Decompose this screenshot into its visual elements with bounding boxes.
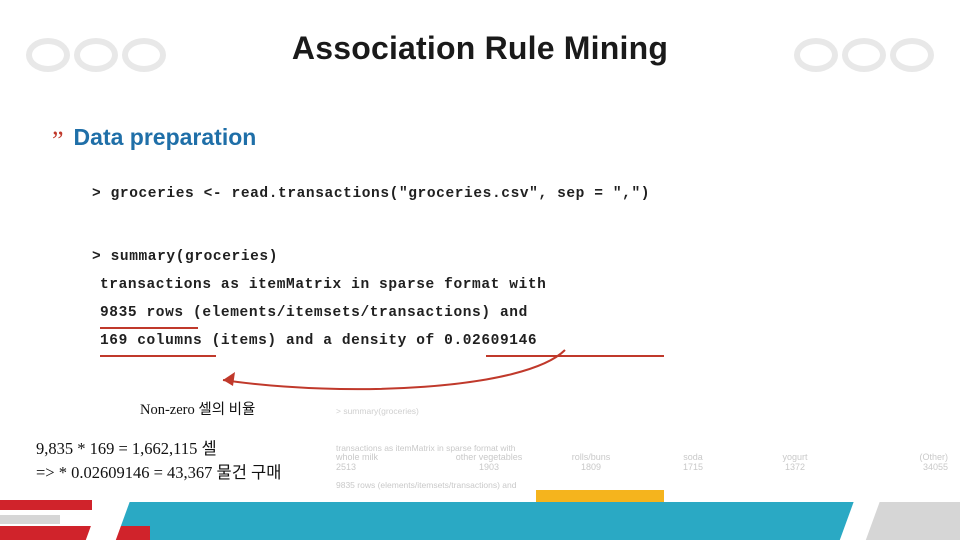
table-cell: 1903 — [478, 462, 500, 472]
table-cell: 1372 — [784, 462, 806, 472]
ghost-frequent-items-table: whole milk other vegetables rolls/buns s… — [336, 452, 948, 472]
table-row: whole milk other vegetables rolls/buns s… — [336, 452, 948, 462]
code-line: > groceries <- read.transactions("grocer… — [92, 186, 651, 202]
footer-bar-red — [0, 500, 92, 510]
code-line: > summary(groceries) — [92, 249, 279, 265]
footer-decoration — [0, 484, 960, 540]
bullet-marker-icon: ” — [52, 126, 64, 155]
table-header-cell: (Other) — [919, 452, 948, 462]
ghost-line: > summary(groceries) — [336, 405, 419, 416]
table-header-cell: rolls/buns — [571, 452, 611, 462]
calculation-block: 9,835 * 169 = 1,662,115 셀 => * 0.0260914… — [36, 437, 281, 485]
section-heading: ” Data preparation — [52, 124, 256, 154]
table-cell: 2513 — [336, 462, 357, 472]
underline-rows — [100, 327, 198, 329]
footer-bar-gray-right — [864, 502, 960, 540]
table-header-cell: whole milk — [336, 452, 379, 462]
footer-bar-teal — [110, 502, 870, 540]
calculation-line-2: => * 0.02609146 = 43,367 물건 구매 — [36, 462, 282, 482]
nonzero-caption: Non-zero 셀의 비율 — [140, 402, 256, 418]
table-header-cell: soda — [683, 452, 703, 462]
table-row: 2513 1903 1809 1715 1372 34055 — [336, 462, 948, 472]
page-title: Association Rule Mining — [291, 30, 669, 66]
table-cell: 1715 — [682, 462, 704, 472]
table-header-cell: yogurt — [782, 452, 808, 462]
footer-bar-red-bottom — [0, 526, 150, 540]
slide-canvas: Association Rule Mining ” Data preparati… — [0, 0, 960, 540]
code-line: 9835 rows (elements/itemsets/transaction… — [100, 305, 528, 321]
table-header-cell: other vegetables — [455, 452, 523, 462]
table-cell: 34055 — [922, 462, 948, 472]
code-line: transactions as itemMatrix in sparse for… — [100, 277, 547, 293]
section-heading-label: Data preparation — [73, 124, 257, 150]
footer-bar-yellow — [536, 490, 664, 502]
footer-bar-gray-left — [0, 515, 60, 524]
calculation-line-1: 9,835 * 169 = 1,662,115 셀 — [36, 439, 217, 458]
table-cell: 1809 — [580, 462, 602, 472]
